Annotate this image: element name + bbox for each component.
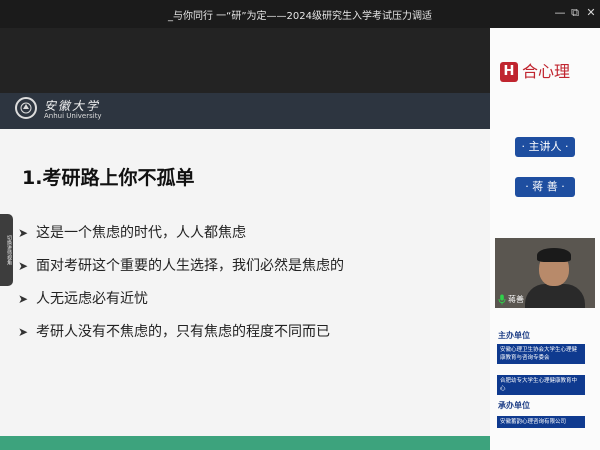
list-item: ➤ 考研人没有不焦虑的，只有焦虑的程度不同而已	[18, 323, 478, 356]
window-title: _与你同行 一“研”为定——2024级研究生入学考试压力调适	[168, 11, 432, 22]
university-name-en: Anhui University	[44, 112, 102, 120]
university-seal-icon	[15, 97, 37, 119]
slide-title: 1.考研路上你不孤单	[22, 167, 195, 189]
seal-glyph-icon	[20, 102, 32, 114]
host-org-2: 合肥幼专大学生心理健康教育中心	[497, 375, 585, 395]
speaker-label-badge: · 主讲人 ·	[515, 137, 575, 157]
minimize-button[interactable]: —	[553, 6, 567, 20]
speaker-name-badge: · 蒋 善 ·	[515, 177, 575, 197]
microphone-icon	[498, 294, 506, 305]
bullet-text: 面对考研这个重要的人生选择，我们必然是焦虑的	[36, 258, 344, 274]
presenter-name-label: 蒋善	[508, 295, 524, 304]
title-bar: _与你同行 一“研”为定——2024级研究生入学考试压力调适 — ⧉ ✕	[0, 0, 600, 28]
list-item: ➤ 人无远虑必有近忧	[18, 290, 478, 323]
presenter-video[interactable]: 蒋善	[495, 238, 595, 308]
presenter-hair	[537, 248, 571, 262]
presentation-slide: 安徽大学 Anhui University 1.考研路上你不孤单 ➤ 这是一个焦…	[0, 93, 490, 450]
brand-badge: H	[500, 62, 518, 82]
app-window: _与你同行 一“研”为定——2024级研究生入学考试压力调适 — ⧉ ✕ 安徽大…	[0, 0, 600, 450]
slide-header: 安徽大学 Anhui University	[0, 93, 490, 129]
bullet-arrow-icon: ➤	[18, 292, 29, 306]
slide-footer-bar	[0, 436, 490, 450]
switch-view-tab[interactable]: 切换讲师视角	[0, 214, 13, 286]
bullet-list: ➤ 这是一个焦虑的时代，人人都焦虑 ➤ 面对考研这个重要的人生选择，我们必然是焦…	[18, 224, 478, 356]
brand-name: 合心理	[522, 62, 571, 81]
presenter-body	[525, 284, 585, 308]
bullet-text: 这是一个焦虑的时代，人人都焦虑	[36, 225, 246, 241]
close-button[interactable]: ✕	[584, 6, 598, 20]
list-item: ➤ 这是一个焦虑的时代，人人都焦虑	[18, 224, 478, 257]
bullet-arrow-icon: ➤	[18, 325, 29, 339]
maximize-button[interactable]: ⧉	[568, 6, 582, 20]
list-item: ➤ 面对考研这个重要的人生选择，我们必然是焦虑的	[18, 257, 478, 290]
host-heading: 主办单位	[498, 331, 530, 340]
bullet-arrow-icon: ➤	[18, 259, 29, 273]
speaker-panel: H 合心理 · 主讲人 · · 蒋 善 · 蒋善 主办单位 安徽心理卫生协会大学…	[490, 28, 600, 450]
bullet-text: 考研人没有不焦虑的，只有焦虑的程度不同而已	[36, 324, 330, 340]
bullet-text: 人无远虑必有近忧	[36, 291, 148, 307]
host-org-1: 安徽心理卫生协会大学生心理健康教育与咨询专委会	[497, 344, 585, 364]
bullet-arrow-icon: ➤	[18, 226, 29, 240]
organizer-heading: 承办单位	[498, 401, 530, 410]
organizer-org-1: 安徽蓄韵心理咨询有限公司	[497, 416, 585, 428]
